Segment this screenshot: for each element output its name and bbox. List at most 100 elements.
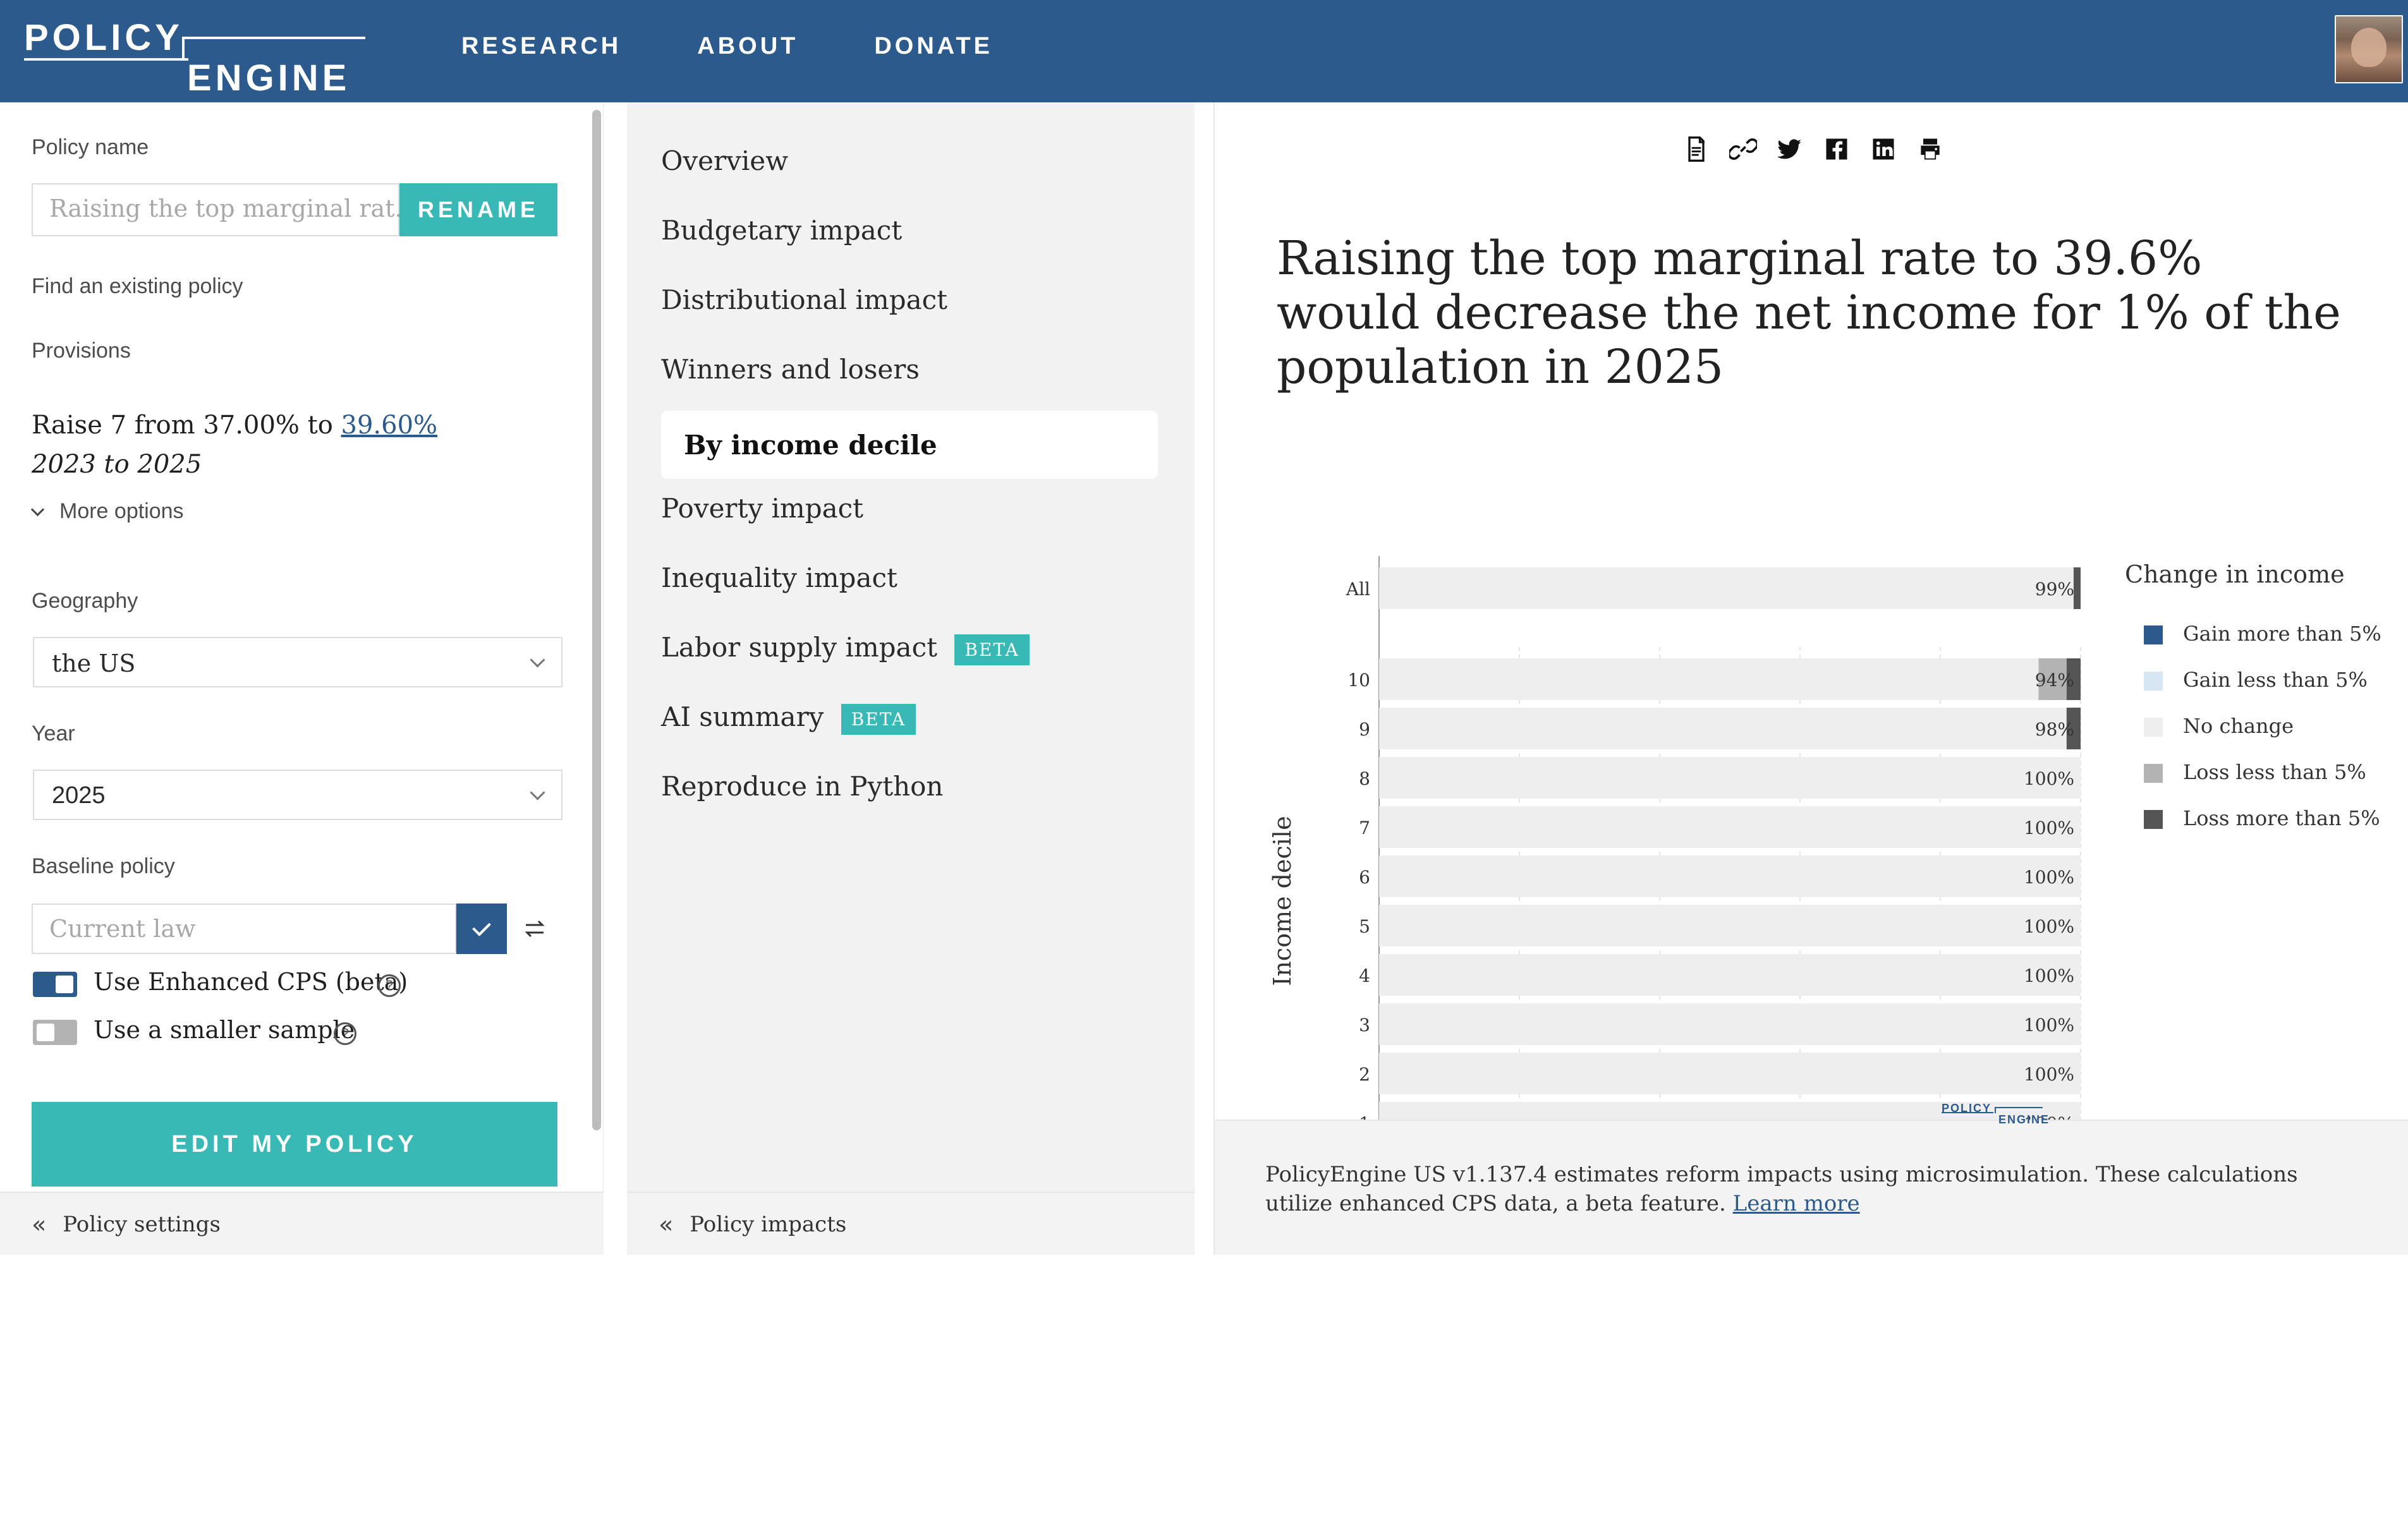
swap-icon[interactable] [522, 916, 547, 941]
menu-winners-losers[interactable]: Winners and losers [661, 354, 920, 385]
help-icon[interactable]: ? [378, 974, 401, 997]
year-value: 2025 [52, 782, 106, 809]
menu-inequality-impact[interactable]: Inequality impact [661, 562, 897, 593]
document-icon[interactable] [1682, 135, 1710, 163]
methodology-footer: PolicyEngine US v1.137.4 estimates refor… [1215, 1120, 2408, 1255]
provision-summary: Raise 7 from 37.00% to 39.60% 2023 to 20… [32, 406, 437, 484]
more-options-label: More options [59, 499, 184, 523]
menu-labor-supply-impact[interactable]: Labor supply impact BETA [661, 632, 1030, 665]
policy-name-label: Policy name [32, 135, 149, 159]
bar-segment [1379, 855, 2081, 897]
baseline-confirm-button[interactable] [456, 904, 507, 954]
logo-line1: POLICY [24, 17, 183, 58]
linkedin-icon[interactable] [1870, 135, 1897, 163]
legend-item-label: No change [2183, 714, 2294, 738]
chevron-down-icon [32, 506, 43, 517]
y-tick-label: 10 [1347, 670, 1370, 691]
left-panel-footer: « Policy settings [0, 1192, 604, 1255]
nav-about[interactable]: ABOUT [697, 33, 798, 60]
legend-title: Change in income [2125, 560, 2345, 588]
menu-distributional-impact[interactable]: Distributional impact [661, 284, 947, 315]
y-tick-label: 3 [1359, 1015, 1370, 1036]
bar-segment [1379, 1003, 2081, 1045]
learn-more-link[interactable]: Learn more [1733, 1191, 1860, 1216]
menu-poverty-impact[interactable]: Poverty impact [661, 493, 863, 524]
enhanced-cps-label: Use Enhanced CPS (beta) [94, 968, 408, 996]
baseline-policy-input[interactable]: Current law [32, 904, 456, 954]
menu-ai-summary[interactable]: AI summary BETA [661, 701, 916, 735]
nav-research[interactable]: RESEARCH [461, 33, 621, 60]
legend-item-label: Loss less than 5% [2183, 760, 2366, 784]
y-axis-title: Income decile [1268, 816, 1296, 986]
edit-my-policy-button[interactable]: EDIT MY POLICY [32, 1102, 557, 1187]
more-options[interactable]: More options [32, 499, 184, 524]
year-label: Year [32, 722, 75, 746]
y-tick-label: 7 [1359, 818, 1370, 838]
year-select[interactable]: 2025 [33, 770, 562, 820]
menu-budgetary-impact[interactable]: Budgetary impact [661, 215, 902, 246]
bar-segment [2073, 567, 2081, 609]
main-nav: RESEARCH ABOUT DONATE [461, 33, 993, 60]
twitter-icon[interactable] [1776, 135, 1804, 163]
beta-badge: BETA [954, 634, 1030, 665]
double-chevron-left-icon: « [659, 1211, 674, 1238]
bar-segment [1379, 708, 2067, 749]
provision-line1-prefix: Raise 7 from 37.00% to [32, 411, 341, 440]
print-icon[interactable] [1916, 135, 1944, 163]
policy-impacts-label: Policy impacts [690, 1212, 847, 1237]
facebook-icon[interactable] [1823, 135, 1851, 163]
labor-supply-label: Labor supply impact [661, 632, 938, 663]
bar-data-label: 100% [2024, 818, 2074, 838]
legend-item-label: Gain more than 5% [2183, 622, 2381, 646]
bar-segment [1379, 757, 2081, 799]
left-scrollbar[interactable] [592, 110, 601, 1130]
top-navbar: POLICY ENGINE RESEARCH ABOUT DONATE [0, 0, 2408, 102]
share-toolbar [1682, 135, 1944, 163]
watermark-rule [1995, 1107, 2043, 1108]
y-tick-label: 8 [1359, 768, 1370, 789]
left-scrollbar-thumb[interactable] [592, 110, 601, 1130]
enhanced-cps-toggle[interactable] [33, 972, 77, 997]
y-tick-label: 6 [1359, 867, 1370, 888]
results-panel: Raising the top marginal rate to 39.6% w… [1215, 102, 2408, 1255]
bar-data-label: 100% [2024, 1015, 2074, 1036]
geography-value: the US [52, 650, 136, 677]
bar-data-label: 99% [2035, 579, 2074, 600]
collapse-policy-impacts[interactable]: « Policy impacts [659, 1211, 846, 1238]
bar-segment [1379, 1053, 2081, 1094]
geography-select[interactable]: the US [33, 637, 562, 687]
policy-impacts-menu: Overview Budgetary impact Distributional… [627, 102, 1195, 1192]
policy-name-placeholder: Raising the top marginal rat... [49, 195, 418, 222]
legend-item-label: Gain less than 5% [2183, 668, 2368, 692]
bar-data-label: 100% [2024, 768, 2074, 789]
policy-settings-label: Policy settings [63, 1212, 221, 1237]
y-tick-label: 4 [1359, 965, 1370, 986]
provision-value-link[interactable]: 39.60% [341, 411, 438, 440]
chart-root: All 99% 10 94% 9 98% 8 100% 7 100% 6 100% 5 100% 4 100%… [1268, 556, 2381, 1186]
policyengine-logo[interactable]: POLICY ENGINE [24, 11, 365, 99]
watermark-rule [1942, 1112, 1993, 1113]
link-icon[interactable] [1729, 135, 1757, 163]
bar-data-label: 100% [2024, 867, 2074, 888]
geography-label: Geography [32, 589, 138, 613]
help-icon[interactable]: ? [334, 1022, 356, 1045]
menu-reproduce-python[interactable]: Reproduce in Python [661, 771, 943, 802]
find-existing-policy[interactable]: Find an existing policy [32, 274, 2408, 1529]
bar-data-label: 100% [2024, 965, 2074, 986]
user-avatar[interactable] [2335, 15, 2403, 83]
menu-overview[interactable]: Overview [661, 145, 788, 176]
nav-donate[interactable]: DONATE [874, 33, 993, 60]
menu-by-income-decile-selected[interactable]: By income decile [661, 411, 1158, 479]
policy-name-input[interactable]: Raising the top marginal rat... [32, 183, 418, 236]
double-chevron-left-icon: « [32, 1211, 47, 1238]
left-policy-panel: Policy name Raising the top marginal rat… [0, 102, 2408, 1529]
watermark-line2: ENGINE [1998, 1113, 2050, 1126]
legend-item-label: Loss more than 5% [2183, 806, 2380, 830]
y-tick-label: 9 [1359, 719, 1370, 740]
bar-segment [1379, 567, 2074, 609]
legend-swatch [2144, 626, 2163, 644]
income-decile-chart: All 99% 10 94% 9 98% 8 100% 7 100% 6 100% 5 100% 4 100%… [1268, 556, 2381, 1186]
rename-button[interactable]: RENAME [399, 183, 557, 236]
collapse-policy-settings[interactable]: « Policy settings [32, 1211, 221, 1238]
smaller-sample-toggle[interactable] [33, 1020, 77, 1045]
